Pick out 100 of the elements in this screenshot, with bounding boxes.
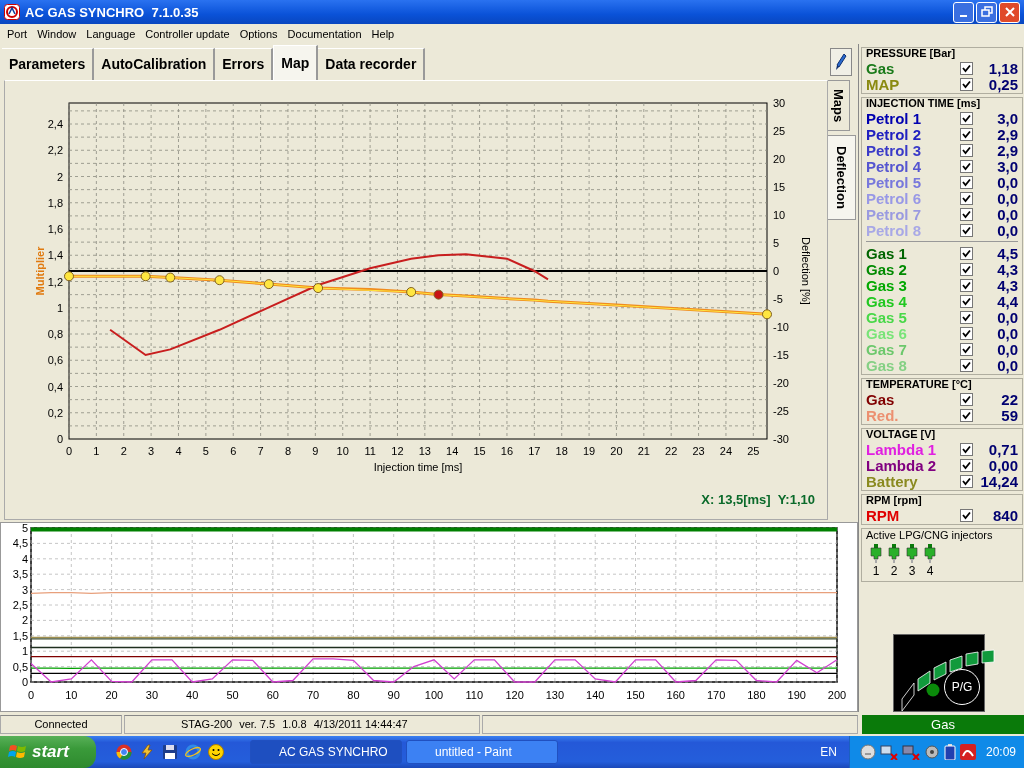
group-title: Active LPG/CNG injectors — [866, 529, 994, 541]
sensor-label: Gas 4 — [866, 292, 908, 310]
axis-tick-label: 22 — [665, 444, 678, 457]
firmware-text: 1.0.8 — [282, 718, 307, 730]
axis-tick-label: 30 — [145, 689, 158, 701]
axis-tick-label: -30 — [773, 432, 789, 445]
group-title: VOLTAGE [V] — [866, 428, 937, 441]
axis-tick-label: 3 — [21, 583, 28, 596]
sensor-label: RPM — [866, 506, 901, 524]
axis-tick-label: 0,5 — [12, 660, 28, 673]
device-name: STAG-200 — [181, 718, 233, 730]
axis-tick-label: 190 — [787, 689, 806, 701]
axis-tick-label: 25 — [747, 444, 760, 457]
sensor-label: Petrol 2 — [866, 125, 923, 143]
axis-tick-label: 7 — [257, 444, 264, 457]
group-title: RPM [rpm] — [866, 494, 923, 507]
axis-tick-label: 0 — [65, 444, 73, 457]
axis-tick-label: 5 — [21, 523, 28, 534]
sensor-value: 1,18 — [987, 59, 1018, 77]
axis-tick-label: 10 — [773, 208, 786, 221]
axis-tick-label: 130 — [545, 689, 565, 701]
axis-tick-label: 1,2 — [47, 275, 63, 288]
sensor-label: Gas 2 — [866, 260, 908, 278]
sensor-label: Petrol 4 — [866, 157, 923, 175]
axis-tick-label: 12 — [391, 444, 404, 457]
axis-tick-label: -15 — [773, 348, 789, 361]
sensor-label: Gas 5 — [866, 308, 908, 326]
group-title: INJECTION TIME [ms] — [866, 97, 982, 110]
axis-tick-label: 4,5 — [12, 537, 28, 550]
axis-tick-label: 25 — [773, 124, 786, 137]
axis-tick-label: 1 — [93, 444, 100, 457]
sensor-label: Petrol 8 — [866, 221, 923, 239]
axis-tick-label: 16 — [500, 444, 514, 457]
axis-tick-label: -20 — [773, 376, 789, 389]
axis-tick-label: 50 — [226, 689, 239, 701]
sensor-value: 4,5 — [996, 244, 1018, 262]
axis-tick-label: 0,8 — [47, 327, 63, 340]
axis-tick-label: 2 — [21, 614, 28, 627]
axis-tick-label: 3 — [148, 444, 155, 457]
axis-tick-label: 180 — [747, 689, 766, 701]
axis-tick-label: 18 — [555, 444, 568, 457]
sensor-label: MAP — [866, 75, 901, 93]
axis-tick-label: 1,8 — [47, 196, 63, 209]
axis-tick-label: -5 — [773, 292, 783, 305]
axis-tick-label: 1 — [21, 645, 28, 658]
axis-tick-label: 30 — [773, 96, 786, 109]
group-title: PRESSURE [Bar] — [866, 47, 957, 60]
sensor-label: Gas — [866, 59, 896, 77]
axis-tick-label: 20 — [105, 689, 118, 701]
injector-number: 1 — [872, 564, 880, 578]
axis-tick-label: 110 — [465, 689, 484, 701]
sensor-label: Lambda 2 — [866, 456, 938, 474]
axis-tick-label: 2,4 — [47, 117, 63, 130]
sensor-label: Petrol 5 — [866, 173, 923, 191]
axis-tick-label: 17 — [528, 444, 541, 457]
window-title: AC GAS SYNCHRO 7.1.0.35 — [25, 4, 199, 20]
axis-tick-label: 5 — [202, 444, 209, 457]
axis-tick-label: 20 — [610, 444, 623, 457]
axis-title: Multiplier — [34, 246, 46, 296]
cursor-readout: X: 13,5[ms] Y:1,10 — [701, 492, 815, 508]
axis-tick-label: 140 — [586, 689, 605, 701]
axis-tick-label: 90 — [387, 689, 400, 701]
sensor-value: 59 — [1000, 406, 1018, 424]
axis-tick-label: 6 — [230, 444, 237, 457]
axis-tick-label: 8 — [284, 444, 292, 457]
axis-tick-label: 150 — [626, 689, 645, 701]
axis-tick-label: 0,6 — [47, 354, 63, 367]
axis-tick-label: 20 — [773, 152, 786, 165]
axis-tick-label: 1,5 — [12, 629, 28, 642]
axis-tick-label: 0,4 — [47, 380, 63, 393]
axis-title: Deflection [%] — [800, 236, 812, 305]
sensor-label: Gas — [866, 390, 896, 408]
timestamp: 4/13/2011 14:44:47 — [313, 718, 408, 730]
sensor-label: Red. — [866, 406, 900, 424]
axis-tick-label: 0 — [773, 264, 780, 277]
sensor-value: 22 — [1000, 390, 1018, 408]
sensor-label: Gas 1 — [866, 244, 908, 262]
axis-tick-label: 24 — [719, 444, 733, 457]
axis-tick-label: 9 — [312, 444, 319, 457]
axis-tick-label: 11 — [364, 444, 376, 457]
injector-number: 2 — [890, 564, 898, 578]
sensor-label: Battery — [866, 472, 919, 490]
axis-tick-label: 170 — [706, 689, 726, 701]
sensor-label: Petrol 7 — [866, 205, 923, 223]
axis-tick-label: 21 — [637, 444, 650, 457]
axis-tick-label: 120 — [505, 689, 524, 701]
axis-tick-label: 23 — [692, 444, 705, 457]
sensor-label: Petrol 1 — [866, 109, 923, 127]
axis-tick-label: 1,4 — [47, 249, 63, 262]
sensor-value: 3,0 — [996, 109, 1018, 127]
injector-number: 3 — [908, 564, 916, 578]
axis-tick-label: 19 — [582, 444, 596, 457]
sensor-label: Lambda 1 — [866, 440, 938, 458]
axis-tick-label: 0,2 — [47, 406, 63, 419]
axis-tick-label: 60 — [266, 689, 279, 701]
axis-tick-label: 0 — [56, 432, 63, 445]
axis-tick-label: 2 — [56, 170, 63, 183]
axis-tick-label: 0 — [27, 689, 35, 701]
axis-tick-label: 2 — [120, 444, 127, 457]
sensor-label: Gas 3 — [866, 276, 908, 294]
